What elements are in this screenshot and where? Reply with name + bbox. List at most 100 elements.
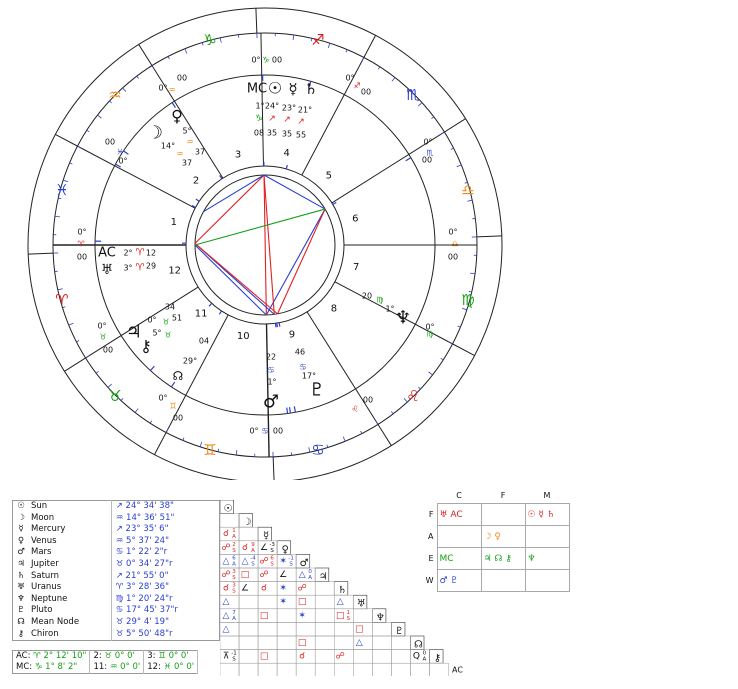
cusp-label: ♊	[169, 402, 176, 411]
house-number: 10	[237, 331, 250, 342]
cusp-label: 00	[363, 396, 373, 405]
aspect-symbol-icon: □	[336, 611, 345, 621]
planet-label: 0°	[147, 316, 156, 325]
aspect-cell	[220, 662, 240, 676]
planet-label: MC	[247, 82, 267, 97]
aspect-cell	[276, 622, 297, 637]
degree-tick	[467, 199, 473, 202]
degree-tick	[292, 34, 295, 40]
planet-label: 1°	[255, 102, 264, 111]
sign-divider	[444, 118, 466, 133]
aspect-symbol-icon: ☍	[298, 584, 307, 594]
planet-label: 46	[295, 348, 305, 357]
cusp-label: 0°	[158, 84, 167, 93]
degree-tick	[57, 288, 63, 291]
aspect-mode: A	[423, 657, 427, 663]
sign-divider	[28, 252, 54, 255]
element-cell: ♆	[524, 547, 570, 570]
planet-row: ♅ Uranus ♈ 3° 28' 36"	[13, 582, 220, 594]
planet-label: 29°	[183, 357, 197, 366]
planet-icon: ☿	[18, 524, 24, 535]
aspect-symbol-icon: ☍	[260, 556, 269, 566]
degree-tick	[342, 436, 346, 442]
aspect-symbol-icon: □	[260, 611, 269, 621]
aspect-mode: A	[232, 561, 236, 567]
degree-tick	[391, 411, 394, 415]
house-number: 9	[289, 330, 295, 341]
planet-tick	[293, 406, 296, 413]
planet-position: ♒ 14° 36' 51"	[110, 512, 220, 525]
degree-tick	[308, 447, 311, 453]
cusp-label: 0°	[118, 157, 127, 166]
zodiac-sign-icon: ♓	[55, 181, 68, 199]
zodiac-sign-icon: ♉	[108, 387, 121, 405]
cusp-label: ♑	[262, 56, 269, 65]
house-cell: 11: ♒ 0° 0'	[89, 662, 145, 674]
planet-label: 14°	[161, 142, 175, 151]
aspect-mode: S	[270, 548, 274, 554]
planet-position: ↗ 23° 35' 6"	[110, 524, 220, 536]
house-number: 1	[171, 217, 177, 228]
aspect-cell	[372, 649, 392, 664]
planet-label: 20	[362, 292, 372, 301]
aspect-symbol-icon: ☍	[221, 543, 230, 553]
planet-position: ♉ 29° 4' 19"	[110, 616, 220, 629]
degree-tick	[97, 114, 102, 119]
planet-row: ♂ Mars ♋ 1° 22' 2"r	[13, 547, 220, 559]
house-number: 6	[352, 213, 358, 224]
cusp-label: ♉	[99, 333, 106, 342]
planet-position: ♉ 5° 50' 48"r	[110, 628, 220, 641]
planet-icon: ☊	[17, 616, 25, 627]
house-cusp-line	[301, 57, 365, 176]
aspect-symbol-icon: □	[355, 624, 364, 634]
aspect-symbol-icon: △	[223, 556, 230, 566]
aspect-cell	[238, 622, 259, 637]
aspect-symbol-icon: □	[298, 638, 307, 648]
house-cell: 3: ♊ 0° 0'	[143, 650, 199, 662]
planet-name: Venus	[31, 535, 57, 546]
element-cell	[524, 569, 570, 592]
planet-tick	[149, 365, 155, 371]
aspect-line	[203, 174, 265, 213]
aspect-cell	[238, 526, 259, 542]
aspect-symbol-icon: □	[260, 652, 269, 662]
degree-tick	[345, 49, 348, 53]
degree-tick	[374, 419, 379, 425]
zodiac-sign-icon: ♒	[108, 86, 121, 104]
degree-tick	[457, 325, 461, 328]
degree-tick	[95, 371, 99, 374]
house-number: 7	[353, 262, 359, 273]
degree-tick	[470, 272, 476, 275]
planet-label: 1°	[385, 305, 394, 314]
cusp-label: 00	[105, 138, 115, 147]
degree-tick	[182, 437, 185, 441]
aspect-symbol-icon: △	[223, 611, 230, 621]
cusp-label: 00	[103, 346, 113, 355]
degree-tick	[167, 56, 170, 60]
aspect-row-label: AC	[452, 666, 463, 675]
house-number: 3	[235, 149, 241, 160]
planet-row: ☽ Moon ♒ 14° 36' 51"	[13, 512, 220, 525]
planet-name: Neptune	[31, 593, 68, 604]
aspect-cell	[391, 635, 411, 650]
house-cell: 2: ♉ 0° 0'	[89, 650, 145, 662]
sign-divider	[272, 456, 275, 480]
aspect-cell	[238, 635, 259, 650]
degree-tick	[77, 145, 83, 149]
degree-tick	[326, 444, 329, 448]
zodiac-sign-icon: ♍	[461, 291, 474, 309]
planet-positions-table: ☉ Sun ↗ 24° 34' 38" ☽ Moon ♒ 14° 36' 51" ☿…	[12, 500, 220, 642]
planet-label: ♉	[162, 318, 169, 327]
cusp-label: 00	[273, 427, 283, 436]
degree-tick	[86, 129, 90, 133]
cusp-label: 00	[173, 414, 183, 423]
planet-inner-tick	[285, 164, 288, 170]
aspect-symbol-icon: ∠	[241, 584, 249, 594]
aspect-cell	[353, 649, 373, 664]
house-cusp-line	[265, 323, 270, 457]
planet-label: ♇	[309, 380, 325, 401]
aspect-cell	[429, 662, 449, 676]
degree-tick	[361, 57, 365, 63]
degree-tick	[456, 164, 462, 168]
planet-label: 51	[172, 314, 182, 323]
